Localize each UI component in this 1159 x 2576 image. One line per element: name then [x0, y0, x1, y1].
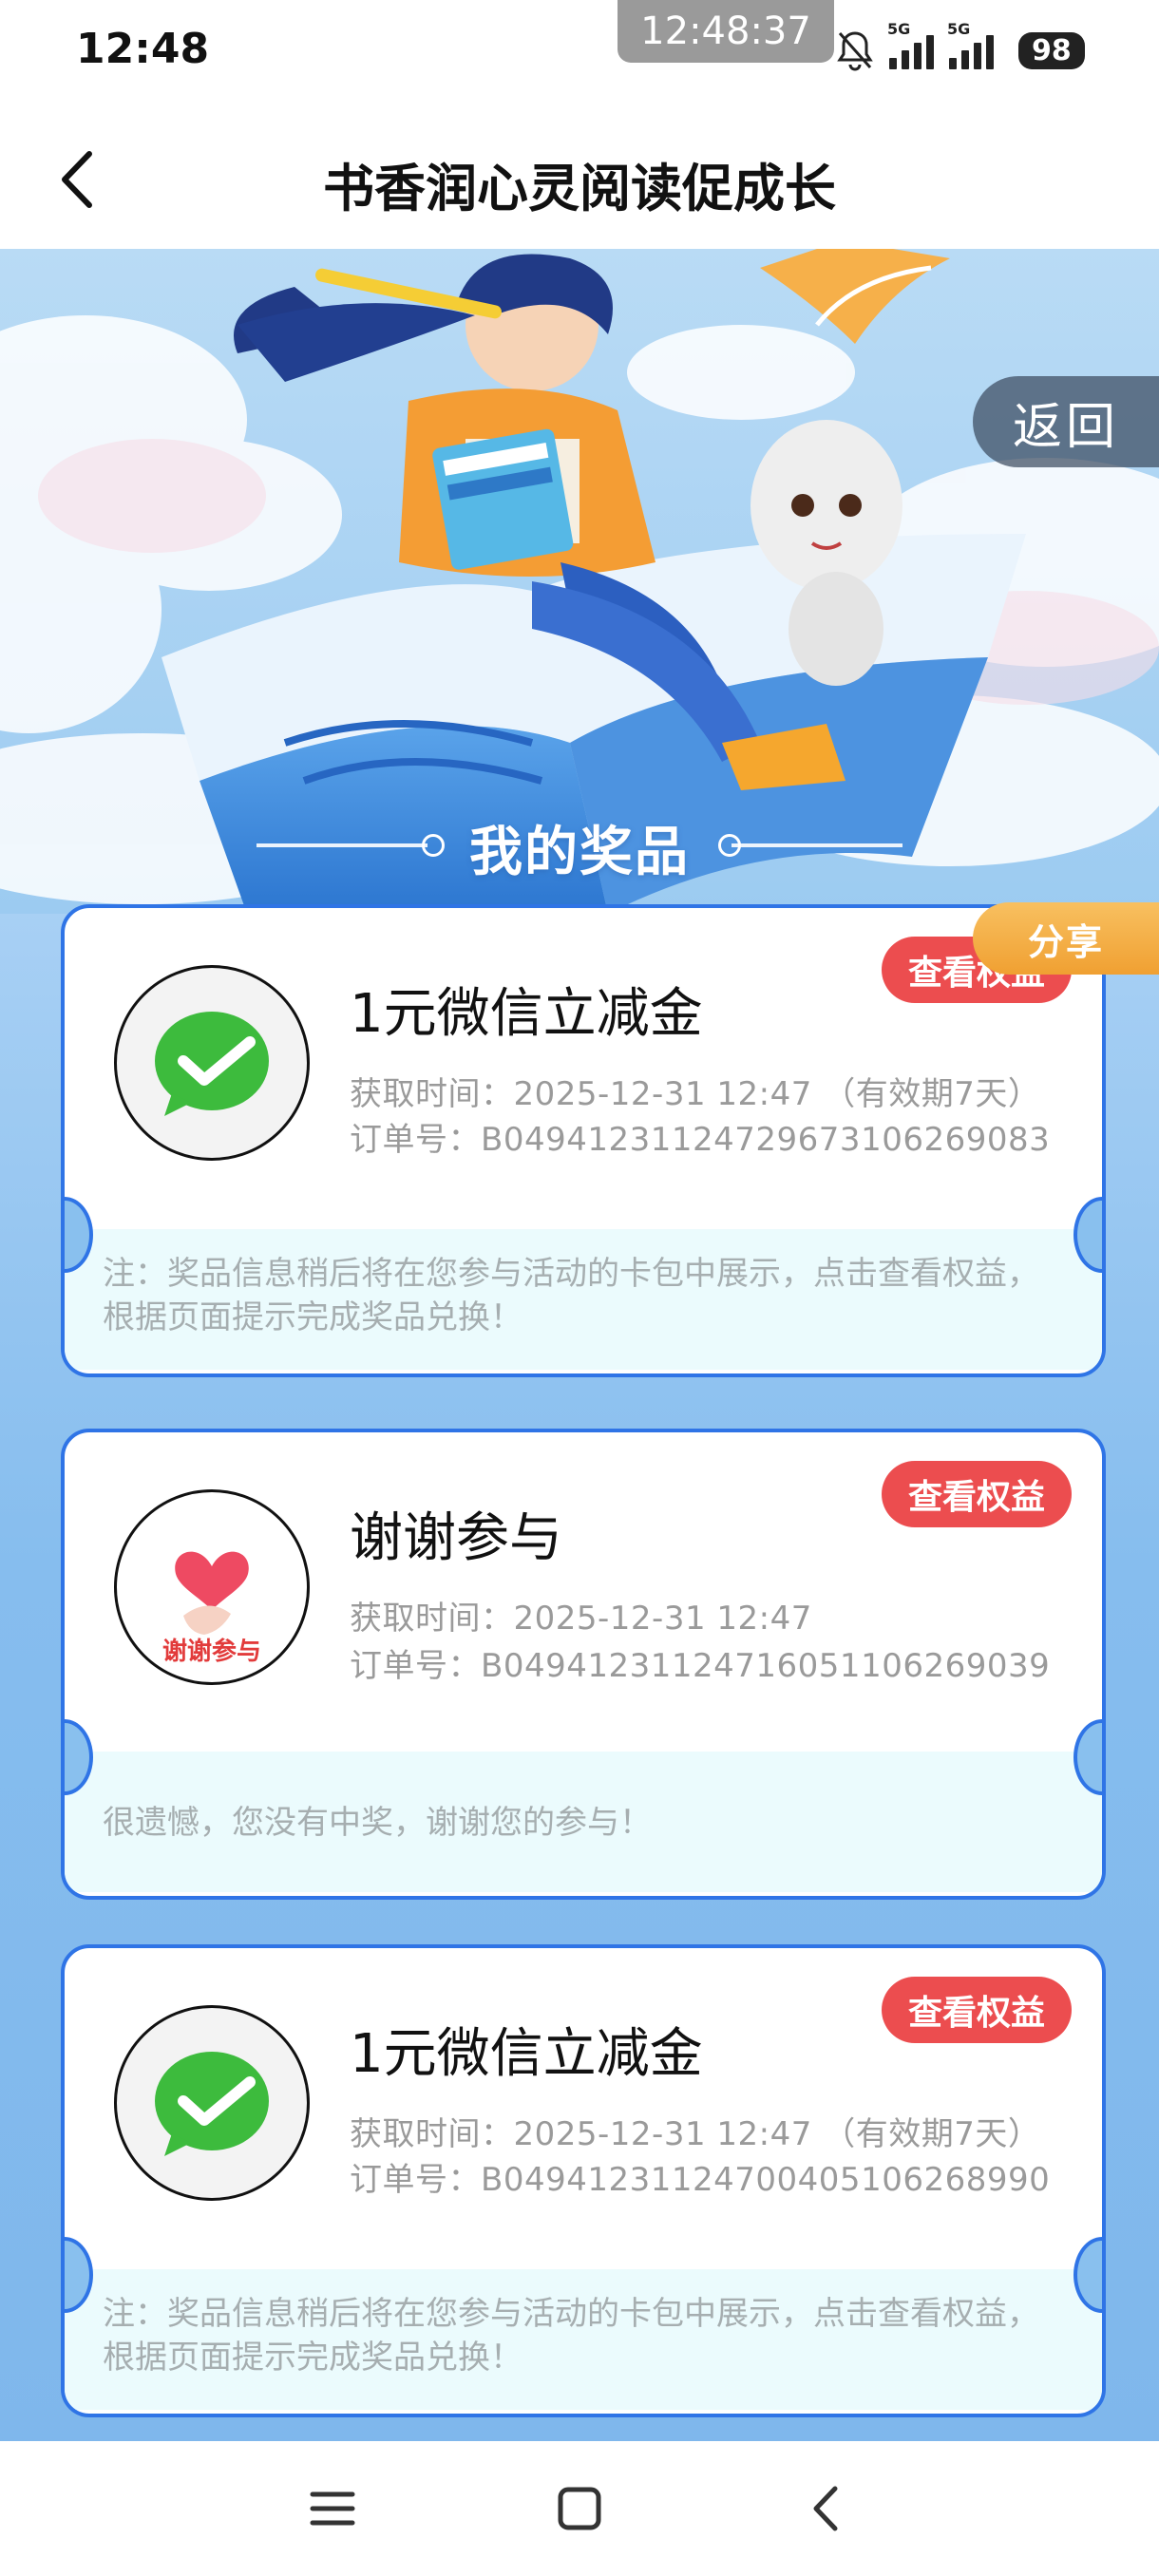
system-nav-bar	[0, 2441, 1159, 2576]
wechat-icon	[114, 2005, 310, 2201]
prize-name: 1元微信立减金	[350, 2023, 703, 2085]
share-button[interactable]: 分享	[973, 902, 1159, 975]
view-benefits-button[interactable]: 查看权益	[882, 1461, 1072, 1527]
clock-chip: 12:48:37	[618, 0, 834, 63]
view-benefits-button[interactable]: 查看权益	[882, 1977, 1072, 2043]
prize-card: 1元微信立减金 获取时间：2025-12-31 12:47 （有效期7天） 订单…	[61, 904, 1106, 1377]
prize-name: 谢谢参与	[350, 1507, 562, 1569]
status-time: 12:48	[76, 25, 210, 73]
page-title: 书香润心灵阅读促成长	[323, 159, 836, 218]
signal-icon-2: 5G	[947, 20, 994, 69]
return-button[interactable]: 返回	[973, 376, 1159, 467]
status-icons: 5G 5G 98	[836, 20, 1085, 74]
prize-page-content: 返回 我的奖品 分享 1元微信立减金 获取时间：2025-12-31 12:47…	[0, 249, 1159, 2441]
network-label-1: 5G	[887, 20, 911, 38]
prize-card: 谢谢参与 谢谢参与 获取时间：2025-12-31 12:47 订单号：B049…	[61, 1429, 1106, 1900]
thanks-icon-label: 谢谢参与	[162, 1637, 261, 1666]
network-label-2: 5G	[947, 20, 971, 38]
back-icon[interactable]	[793, 2475, 860, 2542]
prize-order-number: 订单号：B04941231124716051106269039	[350, 1647, 1051, 1685]
section-title: 我的奖品	[469, 822, 690, 883]
home-icon[interactable]	[546, 2475, 613, 2542]
title-decor-line-right	[732, 843, 902, 847]
menu-icon[interactable]	[299, 2475, 366, 2542]
prize-order-number: 订单号：B04941231124700405106268990	[350, 2161, 1051, 2199]
prize-name: 1元微信立减金	[350, 983, 703, 1045]
prize-time: 获取时间：2025-12-31 12:47	[350, 1600, 812, 1638]
prize-note: 注：奖品信息稍后将在您参与活动的卡包中展示，点击查看权益，根据页面提示完成奖品兑…	[65, 2269, 1102, 2410]
signal-icon-1: 5G	[887, 20, 934, 69]
wechat-icon	[114, 965, 310, 1161]
app-header: 书香润心灵阅读促成长	[0, 104, 1159, 249]
thanks-heart-icon: 谢谢参与	[114, 1489, 310, 1685]
prize-order-number: 订单号：B04941231124729673106269083	[350, 1121, 1051, 1159]
bell-off-icon	[837, 31, 873, 71]
prize-time: 获取时间：2025-12-31 12:47 （有效期7天）	[350, 2115, 1041, 2153]
battery-indicator: 98	[1018, 31, 1085, 69]
status-bar: 12:48 12:48:37 5G 5G 98	[0, 0, 1159, 104]
prize-note: 注：奖品信息稍后将在您参与活动的卡包中展示，点击查看权益，根据页面提示完成奖品兑…	[65, 1229, 1102, 1370]
prize-note: 很遗憾，您没有中奖，谢谢您的参与！	[65, 1752, 1102, 1892]
prize-card: 1元微信立减金 获取时间：2025-12-31 12:47 （有效期7天） 订单…	[61, 1944, 1106, 2417]
prize-time: 获取时间：2025-12-31 12:47 （有效期7天）	[350, 1075, 1041, 1113]
